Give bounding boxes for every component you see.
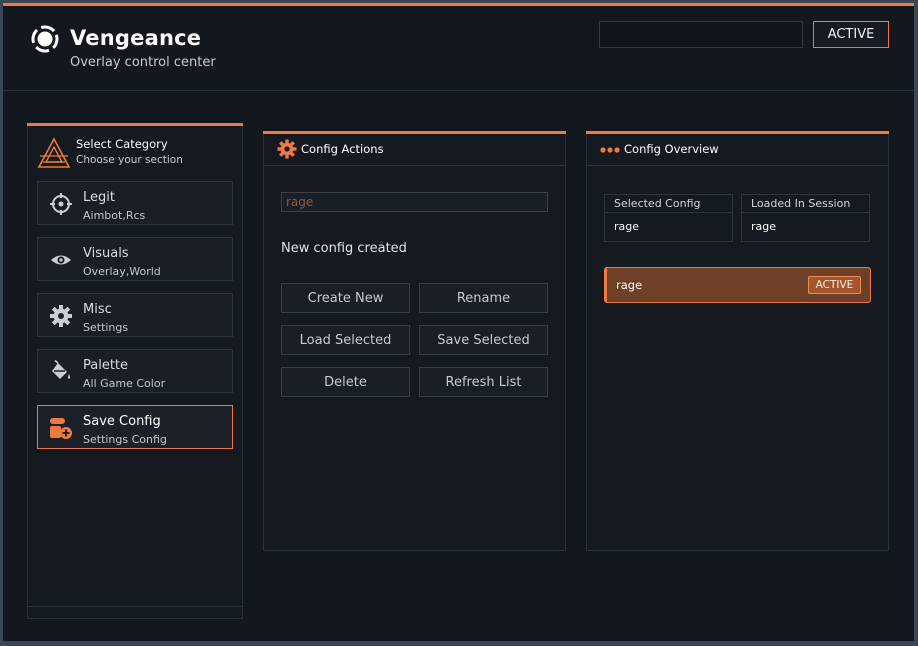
rename-button[interactable]: Rename [419,283,548,313]
load-selected-button[interactable]: Load Selected [281,325,410,355]
delete-button[interactable]: Delete [281,367,410,397]
selected-config-label: Selected Config [614,197,701,210]
sidebar-item-palette[interactable]: Palette All Game Color [37,349,233,393]
paint-bucket-icon [52,360,70,379]
sidebar-item-sub: Settings [83,321,129,334]
more-dots-icon [600,147,620,153]
sidebar-item-sub: All Game Color [83,377,166,390]
sidebar-item-label: Visuals [83,246,129,261]
save-config-icon [50,418,72,439]
sidebar-item-misc[interactable]: Misc Settings [37,293,233,337]
panel-header-divider [264,165,565,166]
header-active-button[interactable]: ACTIVE [813,21,889,48]
loaded-config-value: rage [751,220,777,233]
selected-config-box: Selected Config rage [604,194,733,242]
header-input[interactable] [599,21,803,48]
config-item-name: rage [616,278,643,292]
save-selected-button[interactable]: Save Selected [419,325,548,355]
sidebar-item-label: Legit [83,190,115,205]
eye-icon [51,255,71,265]
sidebar-subtitle: Choose your section [76,154,183,166]
sidebar-item-label: Misc [83,302,112,317]
sidebar-footer-divider [28,606,242,607]
gear-icon [277,139,297,159]
panel-header-divider [587,165,888,166]
create-new-button[interactable]: Create New [281,283,410,313]
vengeance-logo-icon [31,25,59,53]
category-triangle-icon [37,137,71,168]
header-divider [3,90,914,91]
sidebar-accent-bar [27,123,243,126]
selected-config-value: rage [614,220,640,233]
sidebar-item-label: Save Config [83,414,161,429]
config-list-item[interactable]: rage ACTIVE [604,267,871,303]
category-sidebar: Select Category Choose your section Legi… [27,123,243,619]
status-message: New config created [281,241,407,256]
config-overview-panel: Config Overview Selected Config rage Loa… [586,131,889,551]
app-subtitle: Overlay control center [70,55,216,70]
info-divider [605,212,732,213]
sidebar-item-legit[interactable]: Legit Aimbot,Rcs [37,181,233,225]
loaded-config-box: Loaded In Session rage [741,194,870,242]
active-badge: ACTIVE [808,276,861,294]
config-name-input[interactable] [281,192,548,212]
sidebar-item-sub: Settings Config [83,433,167,446]
crosshair-icon [50,193,72,215]
gear-icon [50,305,72,327]
info-divider [742,212,869,213]
actions-accent-bar [263,131,566,134]
sidebar-item-sub: Overlay,World [83,265,161,278]
sidebar-item-label: Palette [83,358,129,373]
sidebar-item-visuals[interactable]: Visuals Overlay,World [37,237,233,281]
panel-title: Config Overview [624,142,719,156]
sidebar-item-save-config[interactable]: Save Config Settings Config [37,405,233,449]
sidebar-title: Select Category [76,137,168,151]
config-actions-panel: Config Actions New config created Create… [263,131,566,551]
loaded-config-label: Loaded In Session [751,197,851,210]
app-title: Vengeance [70,26,202,50]
panel-title: Config Actions [301,142,384,156]
overview-accent-bar [586,131,889,134]
refresh-list-button[interactable]: Refresh List [419,367,548,397]
sidebar-item-sub: Aimbot,Rcs [83,209,146,222]
